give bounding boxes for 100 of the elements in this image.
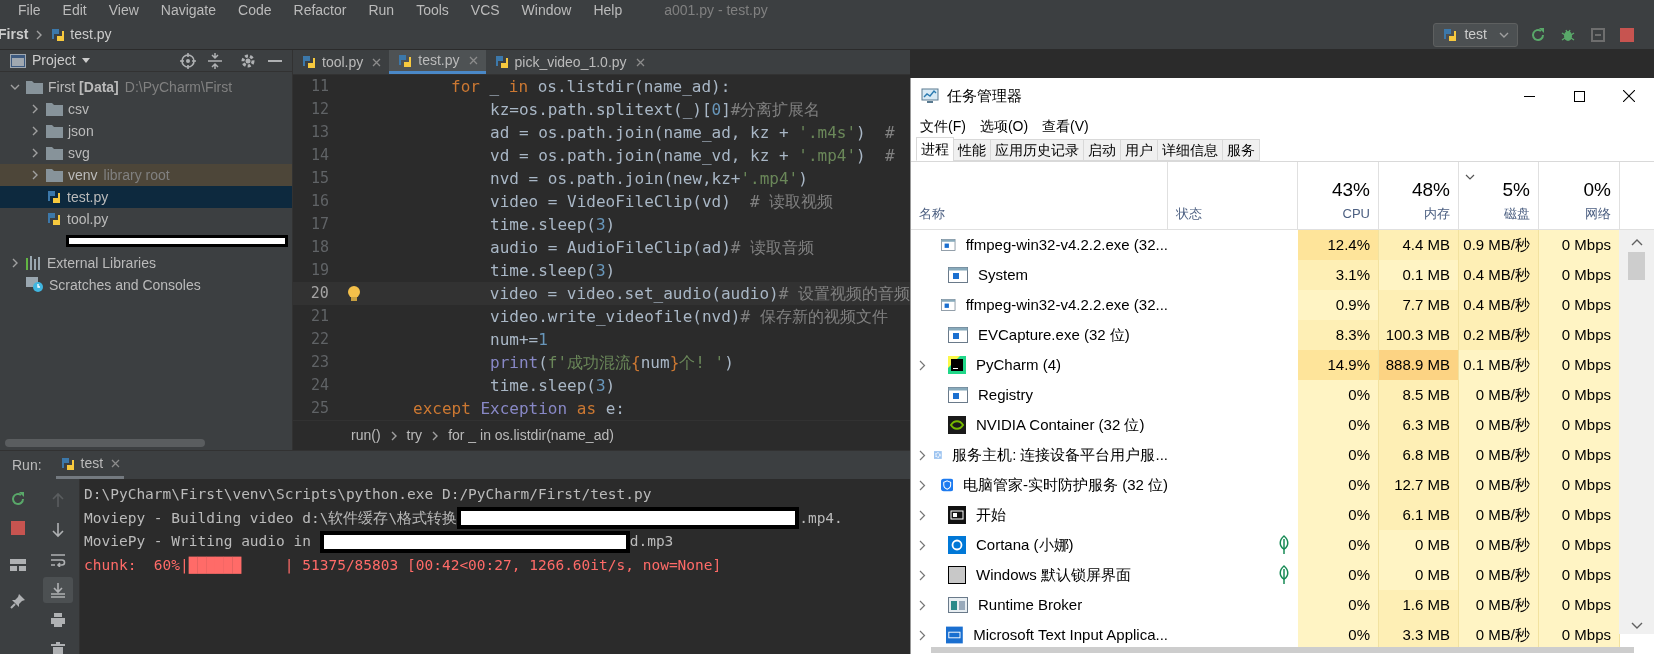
- scroll-to-end-icon: [49, 582, 66, 598]
- expand-chevron-icon[interactable]: [919, 509, 926, 521]
- console-text: Moviepy - Building video d:\软件缓存\格式转换: [84, 508, 458, 528]
- expand-chevron-icon[interactable]: [919, 569, 926, 581]
- menu-item[interactable]: Refactor: [293, 0, 347, 20]
- scroll-down-icon[interactable]: [1630, 622, 1643, 630]
- tree-row[interactable]: svg: [0, 142, 292, 164]
- column-header[interactable]: 名称: [919, 203, 1167, 223]
- tree-row[interactable]: Scratches and Consoles: [0, 274, 292, 296]
- column-header-cell[interactable]: 5% 磁盘: [1459, 162, 1539, 229]
- tab[interactable]: 用户: [1120, 139, 1158, 161]
- menu-item[interactable]: Help: [593, 0, 623, 20]
- breadcrumb-item[interactable]: try: [406, 425, 423, 446]
- process-name[interactable]: Windows 默认锁屏界面: [976, 563, 1132, 587]
- layout-icon[interactable]: [10, 559, 26, 571]
- process-name[interactable]: NVIDIA Container (32 位): [976, 413, 1145, 437]
- close-icon[interactable]: [372, 57, 382, 67]
- rerun-icon[interactable]: [1530, 26, 1546, 43]
- coverage-icon[interactable]: [1590, 26, 1606, 43]
- tree-row[interactable]: tool.py: [0, 208, 292, 230]
- menu-item[interactable]: Edit: [62, 0, 87, 20]
- rerun-icon[interactable]: [10, 491, 26, 507]
- process-name[interactable]: 开始: [976, 503, 1006, 527]
- scrollbar-thumb[interactable]: [1628, 252, 1645, 280]
- tree-row[interactable]: csv: [0, 98, 292, 120]
- tab[interactable]: 服务: [1222, 139, 1260, 161]
- tree-row[interactable]: First [Data] D:\PyCharm\First: [0, 76, 292, 98]
- menu-item[interactable]: Code: [238, 0, 272, 20]
- menu-item[interactable]: File: [18, 0, 41, 20]
- lightbulb-icon[interactable]: [346, 284, 361, 303]
- tab[interactable]: 详细信息: [1157, 139, 1223, 161]
- process-name[interactable]: Microsoft Text Input Applica...: [973, 623, 1168, 647]
- horizontal-scrollbar[interactable]: [931, 647, 1634, 653]
- run-configuration-dropdown[interactable]: test: [1433, 22, 1518, 47]
- usage-cell: 6.8 MB: [1379, 440, 1459, 470]
- menu-item[interactable]: View: [108, 0, 139, 20]
- settings-gear-icon[interactable]: [240, 52, 256, 69]
- tree-row[interactable]: json: [0, 120, 292, 142]
- expand-chevron-icon[interactable]: [919, 479, 926, 491]
- column-header[interactable]: 状态: [1176, 203, 1297, 223]
- tab[interactable]: 应用历史记录: [990, 139, 1084, 161]
- editor-tab[interactable]: test.py: [389, 50, 486, 74]
- caret-icon: [81, 58, 90, 63]
- process-name[interactable]: System: [978, 263, 1028, 287]
- stop-icon[interactable]: [1620, 27, 1634, 42]
- tree-row[interactable]: venv library root: [0, 164, 292, 186]
- expand-chevron-icon[interactable]: [919, 449, 926, 461]
- column-label: CPU: [1342, 204, 1370, 223]
- tree-row[interactable]: External Libraries: [0, 252, 292, 274]
- vertical-scrollbar[interactable]: [1619, 230, 1654, 634]
- process-name[interactable]: Registry: [978, 383, 1033, 407]
- tree-item-label: csv: [68, 99, 89, 119]
- close-icon[interactable]: [468, 56, 478, 65]
- menu-item[interactable]: 查看(V): [1041, 115, 1090, 137]
- process-name[interactable]: Cortana (小娜): [976, 533, 1074, 557]
- minimize-icon[interactable]: [268, 59, 282, 62]
- nvidia-eye-icon: [948, 416, 966, 434]
- menu-item[interactable]: Tools: [416, 0, 449, 20]
- scroll-up-icon[interactable]: [1630, 238, 1643, 246]
- editor-tab[interactable]: pick_video_1.0.py: [485, 50, 653, 74]
- usage-cell: 6.3 MB: [1379, 410, 1459, 440]
- usage-cell: 0 MB/秒: [1459, 620, 1539, 647]
- usage-cell: 0%: [1298, 560, 1379, 590]
- menu-item[interactable]: 文件(F): [919, 115, 967, 137]
- expand-chevron-icon[interactable]: [919, 359, 926, 371]
- tab[interactable]: 进程: [916, 137, 954, 161]
- expand-chevron-icon[interactable]: [919, 629, 926, 641]
- tree-row[interactable]: test.py: [0, 186, 292, 208]
- process-name[interactable]: PyCharm (4): [976, 353, 1061, 377]
- collapse-all-icon[interactable]: [208, 52, 222, 69]
- close-icon[interactable]: [635, 57, 645, 67]
- breadcrumb-item[interactable]: test.py: [70, 24, 112, 45]
- scroll-to-end-button[interactable]: [42, 577, 73, 603]
- process-name[interactable]: 电脑管家-实时防护服务 (32 位): [963, 473, 1168, 497]
- breadcrumb-item[interactable]: for _ in os.listdir(name_ad): [448, 425, 614, 446]
- menu-item[interactable]: 选项(O): [978, 115, 1030, 137]
- process-name[interactable]: ffmpeg-win32-v4.2.2.exe (32...: [965, 293, 1168, 317]
- menu-item[interactable]: Window: [521, 0, 572, 20]
- menu-item[interactable]: Run: [368, 0, 395, 20]
- editor-tab[interactable]: tool.py: [293, 50, 390, 74]
- expand-chevron-icon[interactable]: [919, 539, 926, 551]
- process-name[interactable]: EVCapture.exe (32 位): [978, 323, 1130, 347]
- tab[interactable]: 性能: [953, 139, 991, 161]
- horizontal-scrollbar[interactable]: [5, 439, 205, 447]
- process-name[interactable]: Runtime Broker: [978, 593, 1083, 617]
- process-name[interactable]: ffmpeg-win32-v4.2.2.exe (32...: [965, 233, 1168, 257]
- breadcrumb-item[interactable]: run(): [351, 425, 381, 446]
- locate-target-icon[interactable]: [180, 52, 196, 69]
- process-name[interactable]: 服务主机: 连接设备平台用户服...: [952, 443, 1168, 467]
- tab[interactable]: 启动: [1083, 139, 1121, 161]
- menu-item[interactable]: Navigate: [160, 0, 217, 20]
- close-icon[interactable]: [111, 459, 121, 468]
- column-header-cell[interactable]: 48% 内存: [1379, 162, 1459, 229]
- scratch-clock-icon: [26, 277, 44, 293]
- expand-chevron-icon[interactable]: [919, 599, 926, 611]
- pin-icon[interactable]: [10, 593, 26, 609]
- project-view-dropdown[interactable]: Project: [32, 50, 90, 71]
- column-header-cell[interactable]: 0% 网络: [1539, 162, 1620, 229]
- menu-item[interactable]: VCS: [470, 0, 500, 20]
- column-header-cell[interactable]: 43% CPU: [1298, 162, 1379, 229]
